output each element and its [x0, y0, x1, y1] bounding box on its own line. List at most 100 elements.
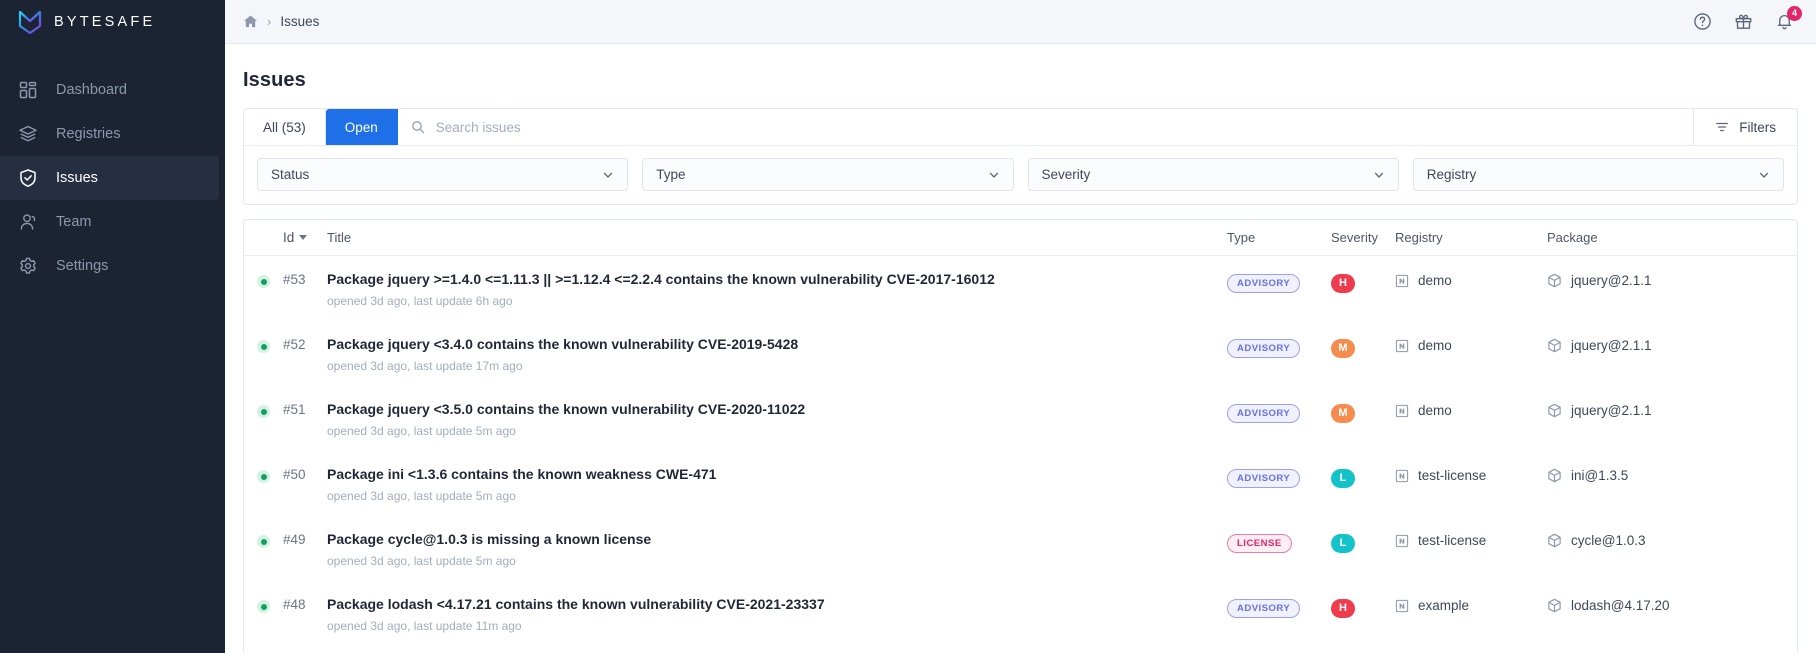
package-value[interactable]: jquery@2.1.1: [1547, 273, 1797, 288]
package-value[interactable]: ini@1.3.5: [1547, 468, 1797, 483]
col-id-header[interactable]: Id: [283, 230, 327, 245]
issue-title[interactable]: Package ini <1.3.6 contains the known we…: [327, 465, 1209, 483]
issue-status: [257, 595, 283, 613]
app-root: BYTESAFE Dashboard Registries Issues Tea…: [0, 0, 1816, 653]
table-row[interactable]: #49 Package cycle@1.0.3 is missing a kno…: [244, 516, 1797, 581]
package-value[interactable]: jquery@2.1.1: [1547, 403, 1797, 418]
filter-select-registry[interactable]: Registry: [1412, 158, 1784, 191]
package-name: cycle@1.0.3: [1571, 533, 1646, 548]
col-registry-header[interactable]: Registry: [1395, 230, 1547, 245]
sidebar-item-settings[interactable]: Settings: [0, 244, 219, 288]
filters-button[interactable]: Filters: [1693, 109, 1797, 145]
issue-severity-cell: H: [1331, 595, 1395, 618]
issue-title-cell: Package lodash <4.17.21 contains the kno…: [327, 595, 1227, 633]
npm-registry-icon: [1395, 404, 1409, 418]
issue-title[interactable]: Package jquery >=1.4.0 <=1.11.3 || >=1.1…: [327, 270, 1209, 288]
col-severity-header[interactable]: Severity: [1331, 230, 1395, 245]
shield-check-icon: [18, 168, 38, 188]
filter-icon: [1715, 120, 1729, 134]
col-title-header[interactable]: Title: [327, 230, 1227, 245]
issue-meta: opened 3d ago, last update 5m ago: [327, 489, 516, 503]
table-row[interactable]: #51 Package jquery <3.5.0 contains the k…: [244, 386, 1797, 451]
severity-badge: L: [1331, 468, 1355, 488]
sidebar-item-registries[interactable]: Registries: [0, 112, 219, 156]
npm-registry-icon: [1395, 534, 1409, 548]
filter-select-severity-value: Severity: [1041, 167, 1091, 182]
issue-title[interactable]: Package cycle@1.0.3 is missing a known l…: [327, 530, 1209, 548]
table-row[interactable]: #53 Package jquery >=1.4.0 <=1.11.3 || >…: [244, 256, 1797, 321]
notifications-button[interactable]: 4: [1775, 6, 1802, 31]
brand[interactable]: BYTESAFE: [0, 0, 225, 44]
registry-value[interactable]: demo: [1395, 273, 1547, 288]
gift-icon[interactable]: [1734, 12, 1753, 31]
issue-id[interactable]: #49: [283, 530, 327, 547]
filter-select-status[interactable]: Status: [257, 158, 629, 191]
severity-badge: H: [1331, 598, 1355, 618]
filter-select-severity[interactable]: Severity: [1027, 158, 1399, 191]
breadcrumb: › Issues: [243, 14, 319, 29]
status-open-dot-icon: [257, 600, 270, 613]
issue-id[interactable]: #48: [283, 595, 327, 612]
table-row[interactable]: #48 Package lodash <4.17.21 contains the…: [244, 581, 1797, 646]
sidebar-item-team[interactable]: Team: [0, 200, 219, 244]
table-body: #53 Package jquery >=1.4.0 <=1.11.3 || >…: [244, 256, 1797, 653]
issue-id[interactable]: #53: [283, 270, 327, 287]
table-row[interactable]: #50 Package ini <1.3.6 contains the know…: [244, 451, 1797, 516]
issue-title[interactable]: Package jquery <3.4.0 contains the known…: [327, 335, 1209, 353]
issue-title-cell: Package jquery <3.4.0 contains the known…: [327, 335, 1227, 373]
tab-open[interactable]: Open: [325, 109, 398, 145]
issue-package-cell: cycle@1.0.3: [1547, 530, 1797, 548]
issue-severity-cell: M: [1331, 400, 1395, 423]
package-value[interactable]: cycle@1.0.3: [1547, 533, 1797, 548]
breadcrumb-current[interactable]: Issues: [280, 14, 319, 29]
issue-title[interactable]: Package jquery <3.5.0 contains the known…: [327, 400, 1209, 418]
search-filter-card: All (53) Open Search issues Filters Stat…: [243, 108, 1798, 205]
issue-status: [257, 400, 283, 418]
package-value[interactable]: jquery@2.1.1: [1547, 338, 1797, 353]
registry-name: demo: [1418, 338, 1452, 353]
col-type-header[interactable]: Type: [1227, 230, 1331, 245]
registry-value[interactable]: demo: [1395, 403, 1547, 418]
package-value[interactable]: lodash@4.17.20: [1547, 598, 1797, 613]
registry-value[interactable]: test-license: [1395, 468, 1547, 483]
type-badge: ADVISORY: [1227, 274, 1301, 293]
issue-severity-cell: L: [1331, 530, 1395, 553]
npm-registry-icon: [1395, 274, 1409, 288]
issue-severity-cell: M: [1331, 335, 1395, 358]
filter-select-type[interactable]: Type: [642, 158, 1014, 191]
issue-id[interactable]: #51: [283, 400, 327, 417]
search-icon: [411, 120, 425, 134]
issue-registry-cell: demo: [1395, 400, 1547, 418]
package-box-icon: [1547, 338, 1562, 353]
table-row[interactable]: #52 Package jquery <3.4.0 contains the k…: [244, 321, 1797, 386]
package-box-icon: [1547, 598, 1562, 613]
help-circle-icon[interactable]: [1693, 12, 1712, 31]
registry-value[interactable]: example: [1395, 598, 1547, 613]
issue-package-cell: ini@1.3.5: [1547, 465, 1797, 483]
npm-registry-icon: [1395, 599, 1409, 613]
issue-status: [257, 335, 283, 353]
issue-registry-cell: example: [1395, 595, 1547, 613]
table-row[interactable]: #47 Package ini <1.3.6 contains the know…: [244, 646, 1797, 653]
sidebar-item-issues[interactable]: Issues: [0, 156, 219, 200]
dashboard-grid-icon: [18, 80, 38, 100]
home-icon[interactable]: [243, 14, 258, 29]
issue-meta: opened 3d ago, last update 5m ago: [327, 554, 516, 568]
issue-id[interactable]: #52: [283, 335, 327, 352]
issue-type-cell: ADVISORY: [1227, 465, 1331, 488]
issue-type-cell: ADVISORY: [1227, 595, 1331, 618]
search-input[interactable]: [435, 119, 1694, 135]
issue-id[interactable]: #50: [283, 465, 327, 482]
issue-title[interactable]: Package lodash <4.17.21 contains the kno…: [327, 595, 1209, 613]
issue-package-cell: jquery@2.1.1: [1547, 270, 1797, 288]
sort-desc-icon: [299, 235, 308, 240]
registry-value[interactable]: test-license: [1395, 533, 1547, 548]
registry-value[interactable]: demo: [1395, 338, 1547, 353]
type-badge: ADVISORY: [1227, 599, 1301, 618]
chevron-down-icon: [988, 169, 1000, 181]
issue-title-cell: Package jquery >=1.4.0 <=1.11.3 || >=1.1…: [327, 270, 1227, 308]
issue-title-cell: Package jquery <3.5.0 contains the known…: [327, 400, 1227, 438]
sidebar-item-dashboard[interactable]: Dashboard: [0, 68, 219, 112]
tab-all[interactable]: All (53): [244, 109, 326, 145]
col-package-header[interactable]: Package: [1547, 230, 1797, 245]
